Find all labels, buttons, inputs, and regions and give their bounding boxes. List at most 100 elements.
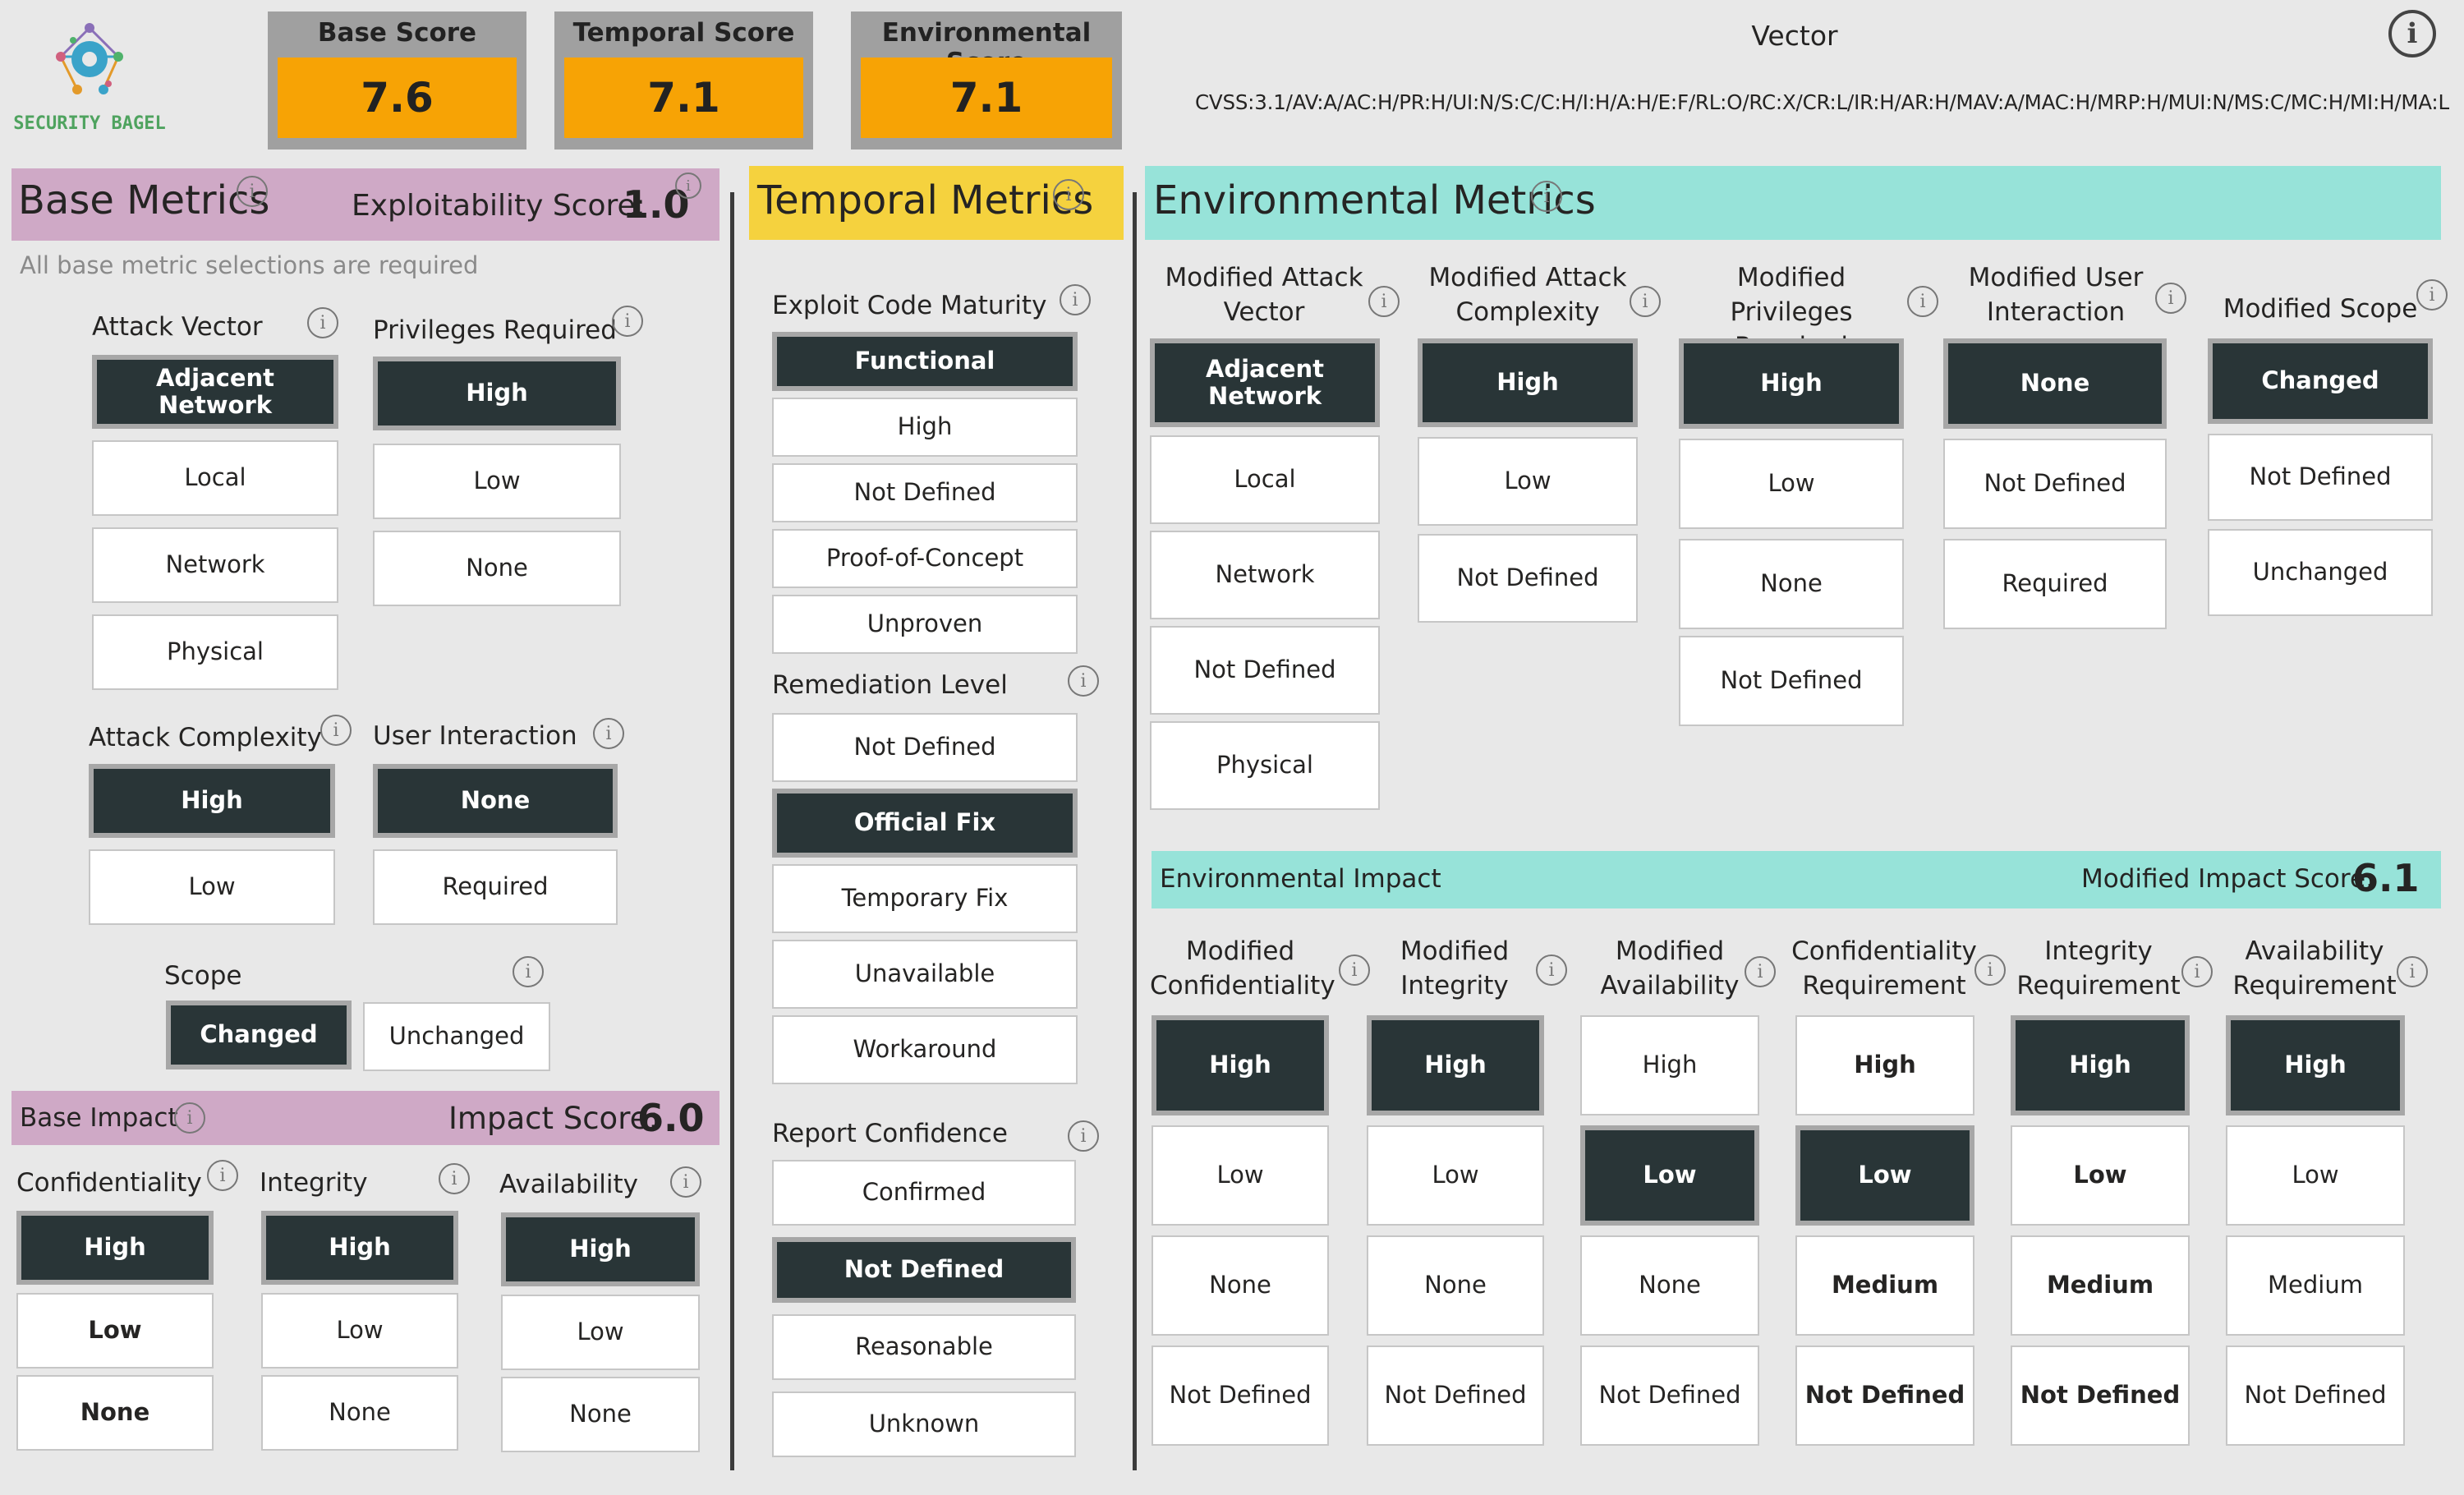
mi-option-low[interactable]: Low	[1367, 1125, 1544, 1226]
rc-option-reasonable[interactable]: Reasonable	[772, 1314, 1076, 1380]
remediation-level-info-icon[interactable]: i	[1068, 665, 1099, 697]
rl-option-workaround[interactable]: Workaround	[772, 1015, 1078, 1084]
exploitability-info-icon[interactable]: i	[675, 172, 701, 199]
mav-info-icon[interactable]: i	[1368, 286, 1400, 317]
availability-info-icon[interactable]: i	[670, 1166, 701, 1198]
integrity-option-low[interactable]: Low	[261, 1293, 458, 1368]
confidentiality-option-none[interactable]: None	[16, 1375, 214, 1451]
attack-vector-option-network[interactable]: Network	[92, 527, 338, 603]
ir-option-high[interactable]: High	[2011, 1015, 2190, 1116]
mi-info-icon[interactable]: i	[1536, 954, 1567, 986]
ecm-option-proof-of-concept[interactable]: Proof-of-Concept	[772, 529, 1078, 588]
confidentiality-info-icon[interactable]: i	[207, 1160, 238, 1191]
ma-option-not-defined[interactable]: Not Defined	[1580, 1346, 1759, 1446]
attack-vector-option-adjacent-network[interactable]: Adjacent Network	[92, 355, 338, 429]
user-interaction-info-icon[interactable]: i	[593, 718, 624, 749]
attack-complexity-info-icon[interactable]: i	[320, 715, 352, 746]
ir-info-icon[interactable]: i	[2181, 956, 2213, 987]
mac-option-high[interactable]: High	[1418, 338, 1638, 427]
mi-option-not-defined[interactable]: Not Defined	[1367, 1346, 1544, 1446]
mpr-option-not-defined[interactable]: Not Defined	[1679, 636, 1904, 726]
confidentiality-option-low[interactable]: Low	[16, 1293, 214, 1368]
integrity-option-none[interactable]: None	[261, 1375, 458, 1451]
help-info-icon[interactable]: i	[2388, 10, 2436, 58]
mav-option-adjacent-network[interactable]: Adjacent Network	[1150, 338, 1380, 427]
cr-option-not-defined[interactable]: Not Defined	[1795, 1346, 1974, 1446]
mi-option-none[interactable]: None	[1367, 1235, 1544, 1336]
rc-option-not-defined[interactable]: Not Defined	[772, 1237, 1076, 1303]
user-interaction-option-none[interactable]: None	[373, 764, 618, 838]
rc-option-confirmed[interactable]: Confirmed	[772, 1160, 1076, 1226]
ms-info-icon[interactable]: i	[2416, 279, 2448, 310]
mpr-option-high[interactable]: High	[1679, 338, 1904, 429]
mav-option-network[interactable]: Network	[1150, 531, 1380, 619]
mui-option-required[interactable]: Required	[1943, 539, 2167, 629]
rc-option-unknown[interactable]: Unknown	[772, 1392, 1076, 1457]
privileges-required-option-none[interactable]: None	[373, 531, 621, 606]
mui-info-icon[interactable]: i	[2155, 283, 2186, 314]
availability-option-low[interactable]: Low	[501, 1295, 700, 1370]
environmental-metrics-info-icon[interactable]: i	[1531, 181, 1562, 212]
ar-option-medium[interactable]: Medium	[2226, 1235, 2405, 1336]
rl-option-temporary-fix[interactable]: Temporary Fix	[772, 864, 1078, 933]
mpr-info-icon[interactable]: i	[1907, 286, 1938, 317]
attack-vector-option-physical[interactable]: Physical	[92, 614, 338, 690]
ecm-option-high[interactable]: High	[772, 398, 1078, 457]
user-interaction-option-required[interactable]: Required	[373, 849, 618, 925]
mac-info-icon[interactable]: i	[1630, 286, 1661, 317]
scope-option-unchanged[interactable]: Unchanged	[363, 1002, 550, 1071]
base-impact-info-icon[interactable]: i	[174, 1102, 205, 1134]
rl-option-unavailable[interactable]: Unavailable	[772, 940, 1078, 1009]
attack-complexity-option-high[interactable]: High	[89, 764, 335, 838]
temporal-metrics-info-icon[interactable]: i	[1053, 179, 1084, 210]
ma-option-none[interactable]: None	[1580, 1235, 1759, 1336]
ecm-option-not-defined[interactable]: Not Defined	[772, 463, 1078, 522]
mc-option-none[interactable]: None	[1152, 1235, 1329, 1336]
ma-option-low[interactable]: Low	[1580, 1125, 1759, 1226]
rl-option-official-fix[interactable]: Official Fix	[772, 789, 1078, 858]
scope-option-changed[interactable]: Changed	[166, 1000, 352, 1070]
ma-option-high[interactable]: High	[1580, 1015, 1759, 1116]
ecm-option-unproven[interactable]: Unproven	[772, 595, 1078, 654]
attack-complexity-option-low[interactable]: Low	[89, 849, 335, 925]
privileges-required-info-icon[interactable]: i	[612, 306, 643, 337]
report-confidence-info-icon[interactable]: i	[1068, 1120, 1099, 1152]
ms-option-not-defined[interactable]: Not Defined	[2208, 434, 2433, 521]
attack-vector-info-icon[interactable]: i	[307, 307, 338, 338]
ar-option-low[interactable]: Low	[2226, 1125, 2405, 1226]
scope-info-icon[interactable]: i	[513, 956, 544, 987]
mui-option-not-defined[interactable]: Not Defined	[1943, 439, 2167, 529]
base-metrics-info-icon[interactable]: i	[237, 176, 268, 207]
ms-option-changed[interactable]: Changed	[2208, 338, 2433, 424]
mac-option-low[interactable]: Low	[1418, 437, 1638, 526]
mav-option-local[interactable]: Local	[1150, 435, 1380, 524]
ar-option-not-defined[interactable]: Not Defined	[2226, 1346, 2405, 1446]
mpr-option-none[interactable]: None	[1679, 539, 1904, 629]
mac-option-not-defined[interactable]: Not Defined	[1418, 534, 1638, 623]
integrity-option-high[interactable]: High	[261, 1211, 458, 1285]
availability-option-none[interactable]: None	[501, 1377, 700, 1452]
exploit-code-maturity-info-icon[interactable]: i	[1060, 284, 1091, 315]
rl-option-not-defined[interactable]: Not Defined	[772, 713, 1078, 782]
ir-option-not-defined[interactable]: Not Defined	[2011, 1346, 2190, 1446]
cr-option-medium[interactable]: Medium	[1795, 1235, 1974, 1336]
integrity-info-icon[interactable]: i	[439, 1163, 470, 1194]
mi-option-high[interactable]: High	[1367, 1015, 1544, 1116]
mc-option-high[interactable]: High	[1152, 1015, 1329, 1116]
mav-option-physical[interactable]: Physical	[1150, 721, 1380, 810]
mc-option-not-defined[interactable]: Not Defined	[1152, 1346, 1329, 1446]
mav-option-not-defined[interactable]: Not Defined	[1150, 626, 1380, 715]
confidentiality-option-high[interactable]: High	[16, 1211, 214, 1285]
mc-option-low[interactable]: Low	[1152, 1125, 1329, 1226]
mui-option-none[interactable]: None	[1943, 338, 2167, 429]
ir-option-medium[interactable]: Medium	[2011, 1235, 2190, 1336]
ms-option-unchanged[interactable]: Unchanged	[2208, 529, 2433, 616]
mpr-option-low[interactable]: Low	[1679, 439, 1904, 529]
availability-option-high[interactable]: High	[501, 1212, 700, 1286]
cr-option-high[interactable]: High	[1795, 1015, 1974, 1116]
ar-option-high[interactable]: High	[2226, 1015, 2405, 1116]
privileges-required-option-high[interactable]: High	[373, 356, 621, 430]
ecm-option-functional[interactable]: Functional	[772, 332, 1078, 391]
cr-option-low[interactable]: Low	[1795, 1125, 1974, 1226]
attack-vector-option-local[interactable]: Local	[92, 440, 338, 516]
